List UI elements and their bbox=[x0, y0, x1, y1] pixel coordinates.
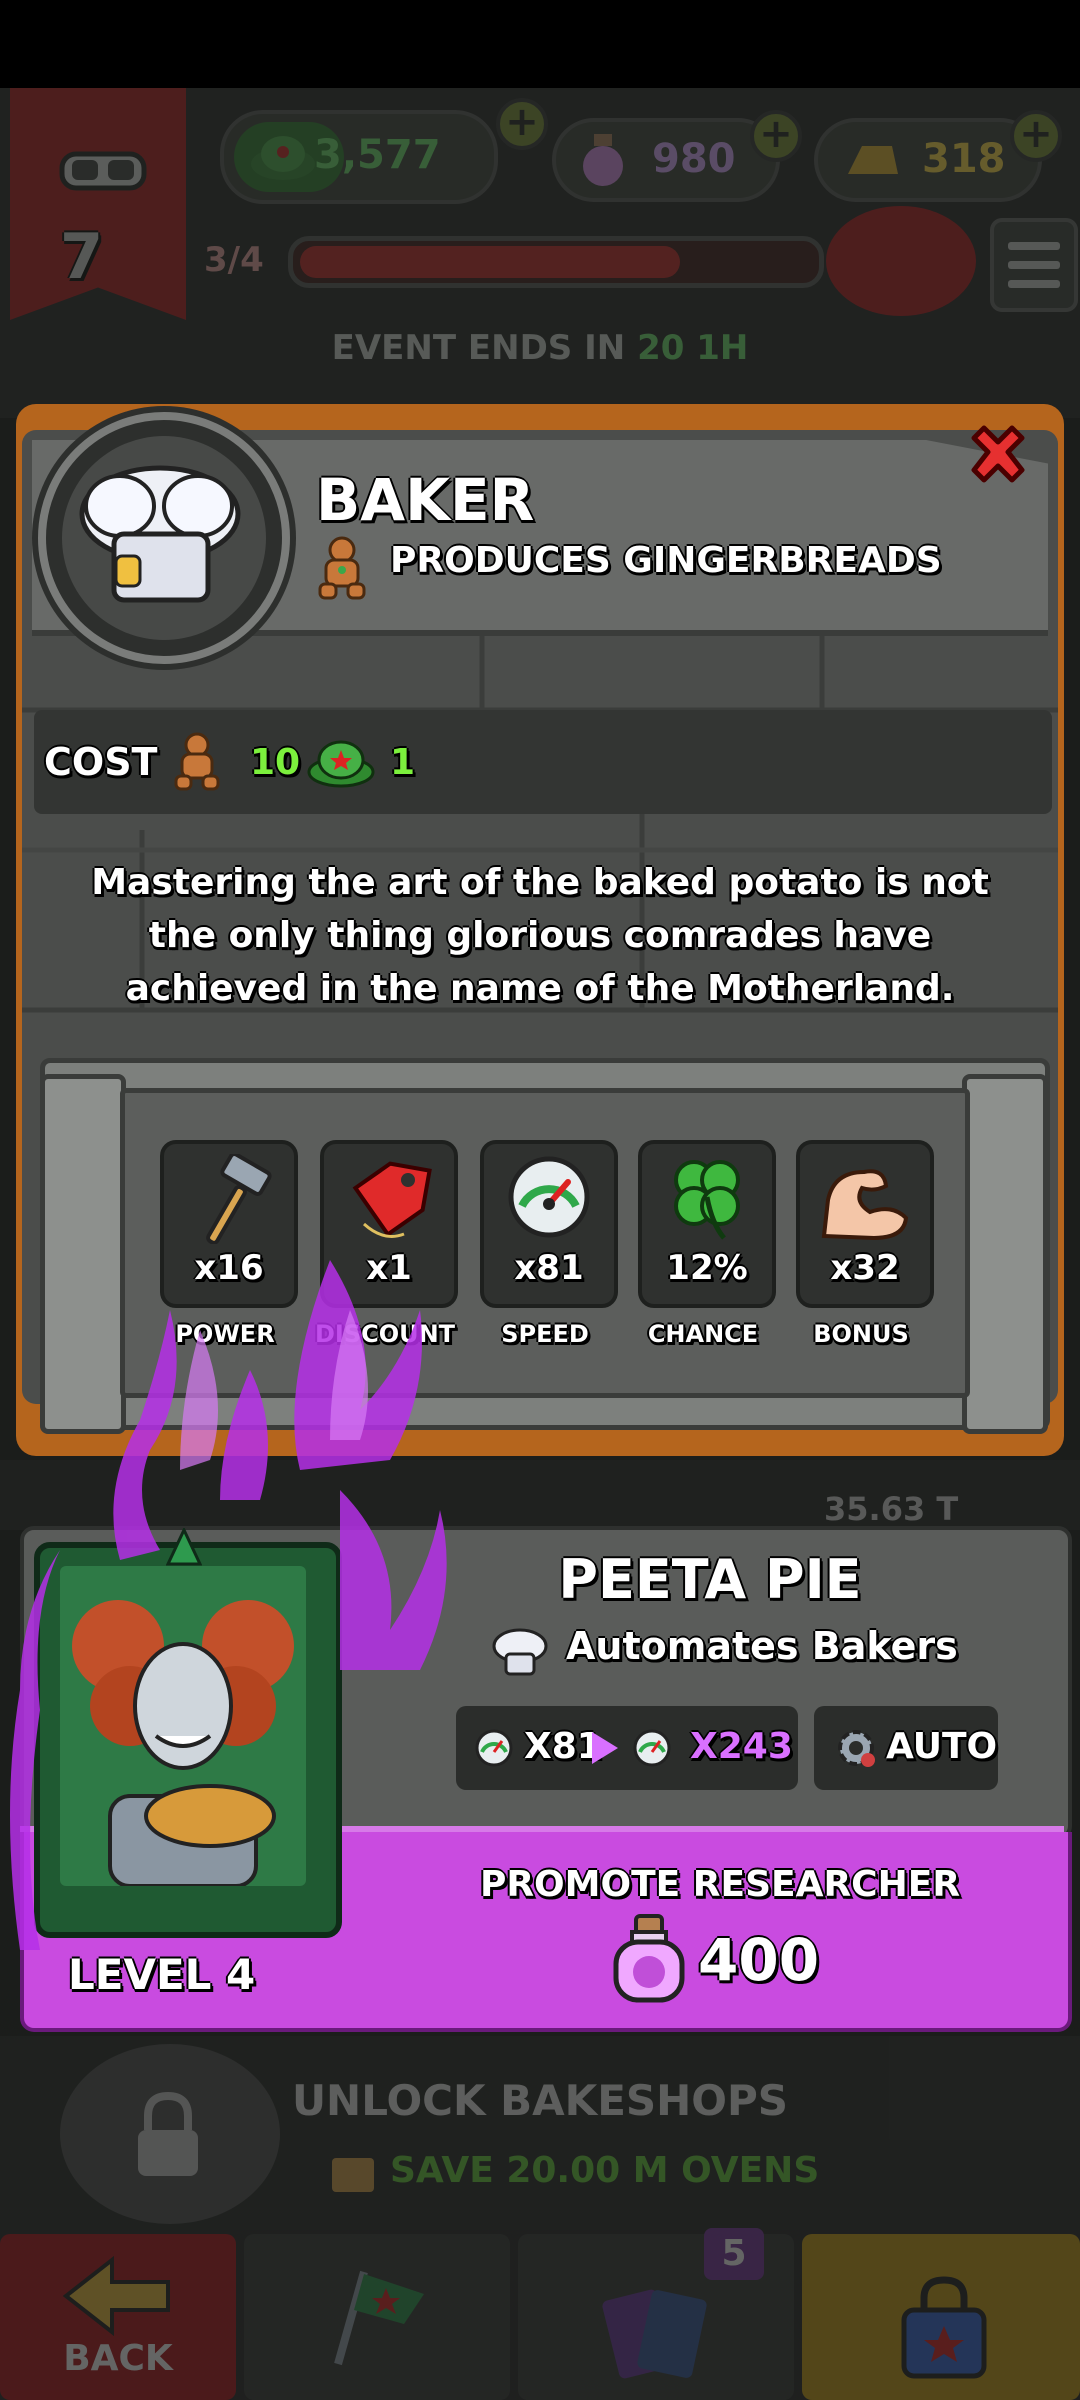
price-tag-icon bbox=[352, 1161, 432, 1238]
add-potions-button[interactable]: + bbox=[750, 110, 802, 162]
flag-icon bbox=[334, 2270, 424, 2366]
hats-value: 3,577 bbox=[314, 132, 441, 178]
arrow-right-icon bbox=[592, 1732, 618, 1764]
speed-to-icon bbox=[633, 1729, 671, 1767]
back-label: BACK bbox=[63, 2338, 173, 2379]
gold-bars-icon bbox=[848, 146, 898, 174]
menu-button[interactable] bbox=[990, 218, 1078, 312]
nav-shop-button[interactable] bbox=[802, 2234, 1080, 2400]
cost-gingerbread-value: 10 bbox=[250, 742, 301, 783]
oven-icon bbox=[332, 2158, 374, 2192]
gingerbread-icon bbox=[318, 536, 366, 600]
stat-tile-discount[interactable]: x1 bbox=[320, 1140, 458, 1308]
cards-icon bbox=[602, 2289, 707, 2379]
arrow-left-icon bbox=[62, 2256, 170, 2336]
auto-label: AUTO bbox=[886, 1726, 998, 1767]
close-button[interactable] bbox=[962, 420, 1034, 492]
cost-label: COST bbox=[44, 740, 158, 784]
building-description: Mastering the art of the baked potato is… bbox=[91, 862, 989, 1009]
potion-cost-icon bbox=[613, 1914, 685, 2003]
stat-tile-speed[interactable]: x81 bbox=[480, 1140, 618, 1308]
promote-cost: 400 bbox=[698, 1926, 820, 1994]
background-value: 35.63 T bbox=[824, 1490, 959, 1528]
unlock-cost: SAVE 20.00 M OVENS bbox=[390, 2150, 820, 2191]
potions-counter[interactable]: 980 bbox=[552, 118, 780, 202]
stat-label-power: POWER bbox=[175, 1320, 275, 1348]
researcher-subtitle: Automates Bakers bbox=[566, 1624, 958, 1668]
stat-value-power: x16 bbox=[194, 1248, 264, 1288]
milestone-progress-fill bbox=[300, 246, 680, 278]
speed-to-value: X243 bbox=[690, 1726, 793, 1767]
event-countdown: EVENT ENDS IN 20 1H bbox=[0, 328, 1080, 368]
speedometer-icon bbox=[508, 1156, 590, 1238]
add-hats-button[interactable]: + bbox=[496, 98, 548, 150]
stat-tile-power[interactable]: x16 bbox=[160, 1140, 298, 1308]
researcher-name: PEETA PIE bbox=[558, 1548, 862, 1611]
potions-value: 980 bbox=[652, 136, 736, 182]
nav-flag-button[interactable] bbox=[244, 2234, 510, 2400]
event-countdown-time: 20 1H bbox=[637, 328, 749, 368]
rank-level: 7 bbox=[60, 220, 104, 293]
researcher-avatar-icon bbox=[72, 1600, 294, 1886]
milestone-badge[interactable] bbox=[826, 206, 976, 316]
goggles-icon bbox=[59, 151, 147, 191]
hamburger-menu-icon bbox=[1008, 242, 1060, 288]
stats-frame-post-right bbox=[962, 1074, 1048, 1434]
cards-badge: 5 bbox=[704, 2228, 764, 2280]
gold-counter[interactable]: 318 bbox=[814, 118, 1042, 202]
panel-subtitle: PRODUCES GINGERBREADS bbox=[390, 540, 942, 581]
hats-counter[interactable]: 3,577 bbox=[220, 110, 498, 204]
stat-tile-bonus[interactable]: x32 bbox=[796, 1140, 934, 1308]
chef-hat-icon bbox=[79, 465, 241, 603]
gear-icon bbox=[838, 1730, 875, 1767]
panel-title: BAKER bbox=[316, 466, 535, 534]
green-hat-icon bbox=[251, 136, 315, 180]
promote-researcher-label: PROMOTE RESEARCHER bbox=[479, 1864, 961, 1905]
hammer-icon bbox=[206, 1154, 272, 1244]
stats-frame-post-left bbox=[40, 1074, 126, 1434]
stat-value-chance: 12% bbox=[666, 1248, 748, 1288]
speed-from-icon bbox=[475, 1729, 513, 1767]
cost-hat-value: 1 bbox=[390, 742, 416, 783]
stat-value-discount: x1 bbox=[366, 1248, 412, 1288]
stat-label-discount: DISCOUNT bbox=[314, 1320, 456, 1348]
status-bar bbox=[0, 0, 1080, 88]
tree-icon bbox=[166, 1528, 202, 1566]
gingerbread-cost-icon bbox=[174, 732, 220, 791]
potion-icon bbox=[583, 134, 623, 186]
add-gold-button[interactable]: + bbox=[1010, 110, 1062, 162]
close-icon bbox=[971, 425, 1025, 483]
stat-value-bonus: x32 bbox=[830, 1248, 900, 1288]
shopping-bag-icon bbox=[901, 2276, 987, 2379]
back-button[interactable]: BACK bbox=[0, 2234, 236, 2400]
gold-value: 318 bbox=[922, 136, 1006, 182]
stat-value-speed: x81 bbox=[514, 1248, 584, 1288]
stat-label-chance: CHANCE bbox=[647, 1320, 759, 1348]
green-hat-cost-icon bbox=[307, 740, 375, 788]
flexed-arm-icon bbox=[821, 1169, 909, 1241]
stat-label-bonus: BONUS bbox=[813, 1320, 909, 1348]
unlock-title: UNLOCK BAKESHOPS bbox=[291, 2076, 789, 2125]
nav-cards-button[interactable]: 5 bbox=[518, 2228, 794, 2400]
researcher-level: LEVEL 4 bbox=[68, 1950, 256, 1999]
clover-icon bbox=[674, 1160, 740, 1240]
event-countdown-label: EVENT ENDS IN bbox=[331, 328, 626, 368]
stat-label-speed: SPEED bbox=[501, 1320, 589, 1348]
stat-tile-chance[interactable]: 12% bbox=[638, 1140, 776, 1308]
progress-text: 3/4 bbox=[204, 240, 264, 280]
chef-hat-small-icon bbox=[492, 1628, 548, 1676]
